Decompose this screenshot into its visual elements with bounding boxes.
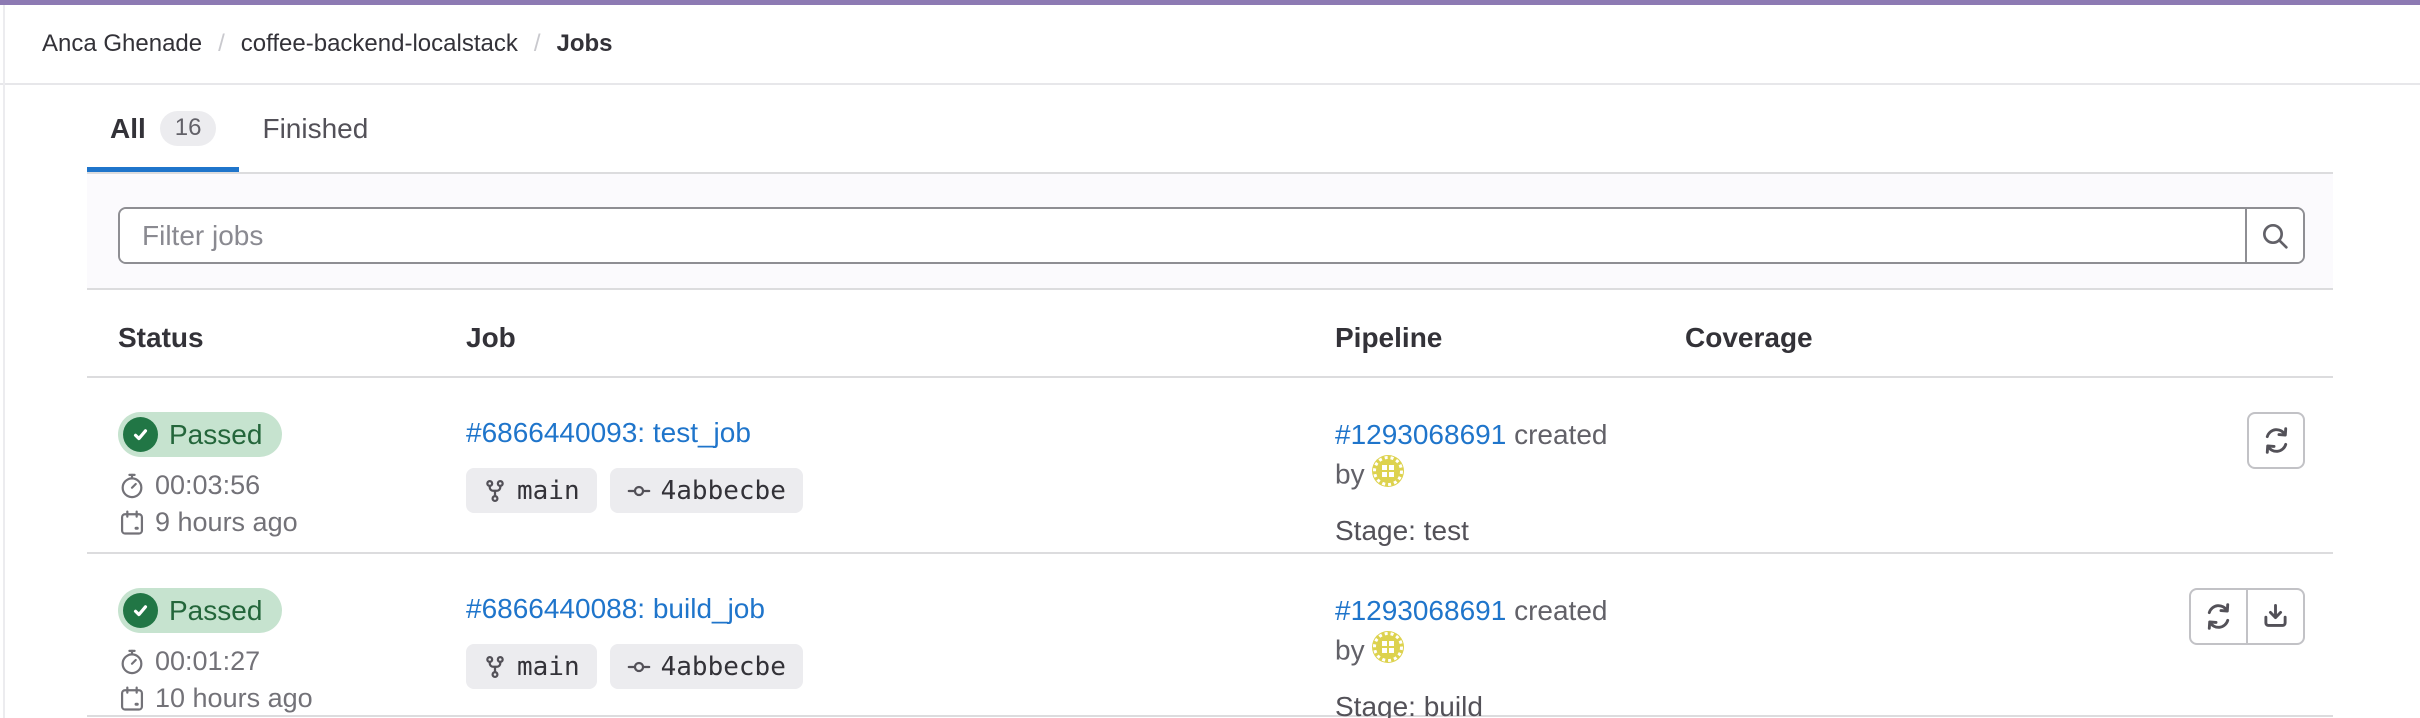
column-header-job: Job xyxy=(466,322,1335,354)
status-label: Passed xyxy=(169,595,262,627)
tab-finished-label: Finished xyxy=(262,113,368,145)
commit-icon xyxy=(627,655,651,679)
coverage-cell xyxy=(1685,554,1968,588)
avatar[interactable] xyxy=(1371,630,1405,674)
job-age: 10 hours ago xyxy=(118,683,466,714)
column-header-coverage: Coverage xyxy=(1685,322,1968,354)
status-cell: Passed 00:03:56 xyxy=(118,378,466,538)
avatar[interactable] xyxy=(1371,454,1405,498)
tab-finished[interactable]: Finished xyxy=(239,85,391,172)
branch-ref-badge[interactable]: main xyxy=(466,468,597,513)
status-badge[interactable]: Passed xyxy=(118,588,282,633)
commit-sha-badge[interactable]: 4abbecbe xyxy=(610,644,803,689)
stage-label: Stage: build xyxy=(1335,689,1639,718)
job-age: 9 hours ago xyxy=(118,507,466,538)
timer-icon xyxy=(118,472,146,500)
download-artifacts-button[interactable] xyxy=(2247,588,2305,645)
status-badge[interactable]: Passed xyxy=(118,412,282,457)
page-left-edge xyxy=(3,5,5,718)
calendar-icon xyxy=(118,509,146,537)
timer-icon xyxy=(118,648,146,676)
filter-input-group xyxy=(118,207,2305,264)
job-actions-group xyxy=(2189,588,2305,645)
pipeline-link[interactable]: #1293068691 xyxy=(1335,595,1506,626)
check-circle-icon xyxy=(123,593,158,628)
pipeline-cell: #1293068691 created by Stage: test xyxy=(1335,378,1685,550)
branch-ref-badge[interactable]: main xyxy=(466,644,597,689)
stage-label: Stage: test xyxy=(1335,513,1639,550)
search-button[interactable] xyxy=(2245,209,2303,262)
table-header: Status Job Pipeline Coverage xyxy=(87,290,2333,378)
breadcrumb: Anca Ghenade / coffee-backend-localstack… xyxy=(0,5,2420,85)
tab-all-count-badge: 16 xyxy=(160,111,217,146)
actions-cell xyxy=(1968,554,2333,645)
search-icon xyxy=(2259,220,2291,252)
table-row: Passed 00:01:27 xyxy=(87,554,2333,717)
breadcrumb-separator: / xyxy=(218,30,225,58)
download-icon xyxy=(2259,600,2292,633)
retry-icon xyxy=(2202,600,2235,633)
tab-all[interactable]: All 16 xyxy=(87,85,239,172)
job-duration: 00:01:27 xyxy=(118,646,466,677)
job-cell: #6866440093: test_job main xyxy=(466,378,1335,513)
filter-jobs-input[interactable] xyxy=(120,209,2245,262)
filter-section xyxy=(87,174,2333,290)
jobs-tabs: All 16 Finished xyxy=(87,85,2333,174)
calendar-icon xyxy=(118,685,146,713)
commit-icon xyxy=(627,479,651,503)
job-duration: 00:03:56 xyxy=(118,470,466,501)
pipeline-link[interactable]: #1293068691 xyxy=(1335,419,1506,450)
coverage-cell xyxy=(1685,378,1968,412)
check-circle-icon xyxy=(123,417,158,452)
actions-cell xyxy=(1968,378,2333,469)
status-label: Passed xyxy=(169,419,262,451)
breadcrumb-current-page: Jobs xyxy=(557,30,613,58)
job-cell: #6866440088: build_job main xyxy=(466,554,1335,689)
column-header-status: Status xyxy=(118,322,466,354)
job-link[interactable]: #6866440093: test_job xyxy=(466,417,751,449)
pipeline-cell: #1293068691 created by Stage: build xyxy=(1335,554,1685,718)
status-cell: Passed 00:01:27 xyxy=(118,554,466,714)
retry-job-button[interactable] xyxy=(2189,588,2247,645)
column-header-pipeline: Pipeline xyxy=(1335,322,1685,354)
breadcrumb-group-link[interactable]: Anca Ghenade xyxy=(42,30,202,58)
commit-sha-badge[interactable]: 4abbecbe xyxy=(610,468,803,513)
branch-icon xyxy=(483,655,507,679)
retry-job-button[interactable] xyxy=(2247,412,2305,469)
table-row: Passed 00:03:56 xyxy=(87,378,2333,554)
job-link[interactable]: #6866440088: build_job xyxy=(466,593,765,625)
tab-all-label: All xyxy=(110,113,146,145)
breadcrumb-separator: / xyxy=(534,30,541,58)
branch-icon xyxy=(483,479,507,503)
breadcrumb-project-link[interactable]: coffee-backend-localstack xyxy=(241,30,518,58)
retry-icon xyxy=(2260,424,2293,457)
